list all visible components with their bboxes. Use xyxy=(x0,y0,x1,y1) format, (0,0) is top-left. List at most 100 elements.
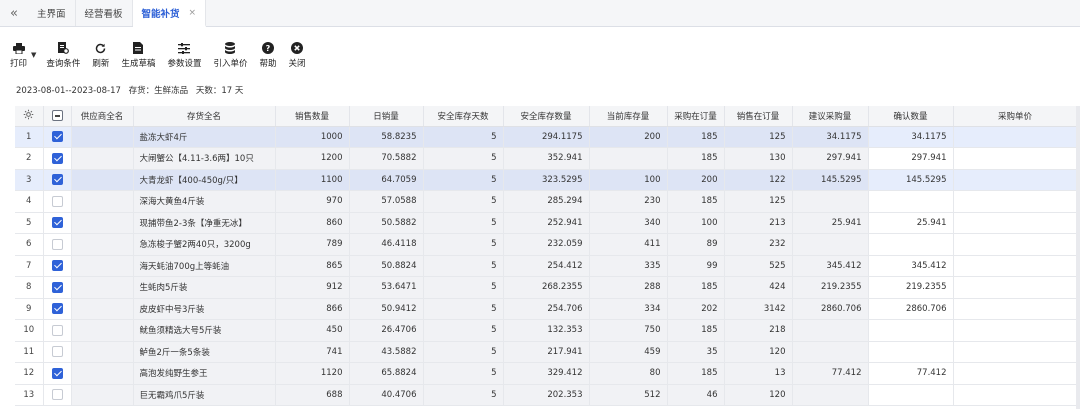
query-conditions-button[interactable]: 查询条件 xyxy=(46,41,80,71)
supplier-cell[interactable] xyxy=(71,126,134,148)
confirmed-qty-cell[interactable]: 34.1175 xyxy=(868,126,954,148)
col-unit-price[interactable]: 采购单价 xyxy=(953,106,1078,127)
parameter-settings-button[interactable]: 参数设置 xyxy=(167,41,201,71)
supplier-cell[interactable] xyxy=(71,362,134,385)
table-row[interactable]: 7 海天蚝油700g上等蚝油 865 50.8824 5 254.412 335 99 525 3… xyxy=(15,255,1078,277)
supplier-cell[interactable] xyxy=(71,276,134,299)
confirmed-qty-cell[interactable]: 2860.706 xyxy=(868,298,954,320)
table-row[interactable]: 12 高泡发纯野生参王 1120 65.8824 5 329.412 80 185 13 77.4… xyxy=(15,362,1078,385)
col-item-name[interactable]: 存货全名 xyxy=(133,106,276,127)
column-settings-icon[interactable] xyxy=(15,106,44,127)
table-row[interactable]: 6 急冻梭子蟹2两40只，3200g 789 46.4118 5 232.059 411 89… xyxy=(15,233,1078,256)
supplier-cell[interactable] xyxy=(71,169,134,191)
row-checkbox[interactable] xyxy=(43,362,72,385)
suggested-qty-cell xyxy=(792,190,869,213)
row-checkbox[interactable] xyxy=(43,341,72,363)
purchase-on-order-cell: 89 xyxy=(667,233,725,256)
unit-price-cell[interactable] xyxy=(953,190,1078,213)
help-button[interactable]: ? 帮助 xyxy=(259,41,277,71)
unit-price-cell[interactable] xyxy=(953,384,1078,406)
row-checkbox[interactable] xyxy=(43,255,72,277)
print-dropdown-icon[interactable]: ▼ xyxy=(31,51,36,71)
safety-qty-cell: 202.353 xyxy=(503,384,590,406)
print-button[interactable]: 打印 xyxy=(10,41,27,71)
row-checkbox[interactable] xyxy=(43,169,72,191)
confirmed-qty-cell[interactable]: 345.412 xyxy=(868,255,954,277)
suggested-qty-cell: 25.941 xyxy=(792,212,869,234)
table-row[interactable]: 4 深海大黄鱼4斤装 970 57.0588 5 285.294 230 185 125 xyxy=(15,190,1078,213)
row-checkbox[interactable] xyxy=(43,147,72,170)
table-row[interactable]: 8 生蚝肉5斤装 912 53.6471 5 268.2355 288 185 424 219.2… xyxy=(15,276,1078,299)
confirmed-qty-cell[interactable] xyxy=(868,233,954,256)
col-current-stock[interactable]: 当前库存量 xyxy=(589,106,668,127)
confirmed-qty-cell[interactable] xyxy=(868,319,954,342)
close-tab-icon[interactable]: × xyxy=(189,8,197,18)
generate-draft-button[interactable]: 生成草稿 xyxy=(121,41,155,71)
collapse-tabs-icon[interactable]: « xyxy=(0,0,28,26)
row-checkbox[interactable] xyxy=(43,276,72,299)
supplier-cell[interactable] xyxy=(71,255,134,277)
unit-price-cell[interactable] xyxy=(953,126,1078,148)
col-confirmed-qty[interactable]: 确认数量 xyxy=(868,106,954,127)
row-checkbox[interactable] xyxy=(43,384,72,406)
supplier-cell[interactable] xyxy=(71,190,134,213)
sales-on-order-cell: 424 xyxy=(724,276,793,299)
row-checkbox[interactable] xyxy=(43,126,72,148)
table-row[interactable]: 11 鲈鱼2斤一条5条装 741 43.5882 5 217.941 459 35 120 xyxy=(15,341,1078,363)
unit-price-cell[interactable] xyxy=(953,341,1078,363)
tab-smart-replenish[interactable]: 智能补货 × xyxy=(132,0,207,27)
table-row[interactable]: 9 皮皮虾中号3斤装 866 50.9412 5 254.706 334 202 3142 286… xyxy=(15,298,1078,320)
supplier-cell[interactable] xyxy=(71,384,134,406)
col-daily-sales[interactable]: 日销量 xyxy=(349,106,424,127)
unit-price-cell[interactable] xyxy=(953,276,1078,299)
table-row[interactable]: 3 大青龙虾【400-450g/只】 1100 64.7059 5 323.5295 100… xyxy=(15,169,1078,191)
unit-price-cell[interactable] xyxy=(953,255,1078,277)
col-purchase-on-order[interactable]: 采购在订量 xyxy=(667,106,725,127)
confirmed-qty-cell[interactable]: 77.412 xyxy=(868,362,954,385)
row-checkbox[interactable] xyxy=(43,319,72,342)
confirmed-qty-cell[interactable]: 25.941 xyxy=(868,212,954,234)
supplier-cell[interactable] xyxy=(71,341,134,363)
col-safety-qty[interactable]: 安全库存数量 xyxy=(503,106,590,127)
supplier-cell[interactable] xyxy=(71,212,134,234)
refresh-button[interactable]: 刷新 xyxy=(92,41,109,71)
unit-price-cell[interactable] xyxy=(953,233,1078,256)
confirmed-qty-cell[interactable]: 219.2355 xyxy=(868,276,954,299)
vertical-scrollbar[interactable] xyxy=(1076,106,1080,409)
confirmed-qty-cell[interactable]: 145.5295 xyxy=(868,169,954,191)
checkbox-box xyxy=(51,238,63,250)
confirmed-qty-cell[interactable] xyxy=(868,341,954,363)
col-supplier[interactable]: 供应商全名 xyxy=(71,106,134,127)
table-row[interactable]: 2 大闸蟹公【4.11-3.6两】10只 1200 70.5882 5 352.941 18… xyxy=(15,147,1078,170)
unit-price-cell[interactable] xyxy=(953,169,1078,191)
confirmed-qty-cell[interactable]: 297.941 xyxy=(868,147,954,170)
row-checkbox[interactable] xyxy=(43,190,72,213)
supplier-cell[interactable] xyxy=(71,298,134,320)
confirmed-qty-cell[interactable] xyxy=(868,190,954,213)
supplier-cell[interactable] xyxy=(71,147,134,170)
tab-home[interactable]: 主界面 xyxy=(28,0,76,26)
unit-price-cell[interactable] xyxy=(953,319,1078,342)
unit-price-cell[interactable] xyxy=(953,362,1078,385)
table-row[interactable]: 1 盐冻大虾4斤 1000 58.8235 5 294.1175 200 185 125 34.1… xyxy=(15,126,1078,148)
supplier-cell[interactable] xyxy=(71,233,134,256)
confirmed-qty-cell[interactable] xyxy=(868,384,954,406)
col-suggested-qty[interactable]: 建议采购量 xyxy=(792,106,869,127)
close-button[interactable]: 关闭 xyxy=(289,41,306,71)
col-safety-days[interactable]: 安全库存天数 xyxy=(423,106,504,127)
unit-price-cell[interactable] xyxy=(953,147,1078,170)
supplier-cell[interactable] xyxy=(71,319,134,342)
col-sales-on-order[interactable]: 销售在订量 xyxy=(724,106,793,127)
col-sales-qty[interactable]: 销售数量 xyxy=(275,106,350,127)
table-row[interactable]: 13 巨无霸鸡爪5斤装 688 40.4706 5 202.353 512 46 120 xyxy=(15,384,1078,406)
row-checkbox[interactable] xyxy=(43,298,72,320)
row-checkbox[interactable] xyxy=(43,233,72,256)
unit-price-cell[interactable] xyxy=(953,212,1078,234)
tab-dashboard[interactable]: 经营看板 xyxy=(76,0,133,26)
table-row[interactable]: 10 鱿鱼须精选大号5斤装 450 26.4706 5 132.353 750 185 218 xyxy=(15,319,1078,342)
row-checkbox[interactable] xyxy=(43,212,72,234)
import-unit-price-button[interactable]: 引入单价 xyxy=(213,41,247,71)
table-row[interactable]: 5 现捕带鱼2-3条【净重无冰】 860 50.5882 5 252.941 340 100 2… xyxy=(15,212,1078,234)
select-all-checkbox[interactable] xyxy=(43,106,72,127)
unit-price-cell[interactable] xyxy=(953,298,1078,320)
